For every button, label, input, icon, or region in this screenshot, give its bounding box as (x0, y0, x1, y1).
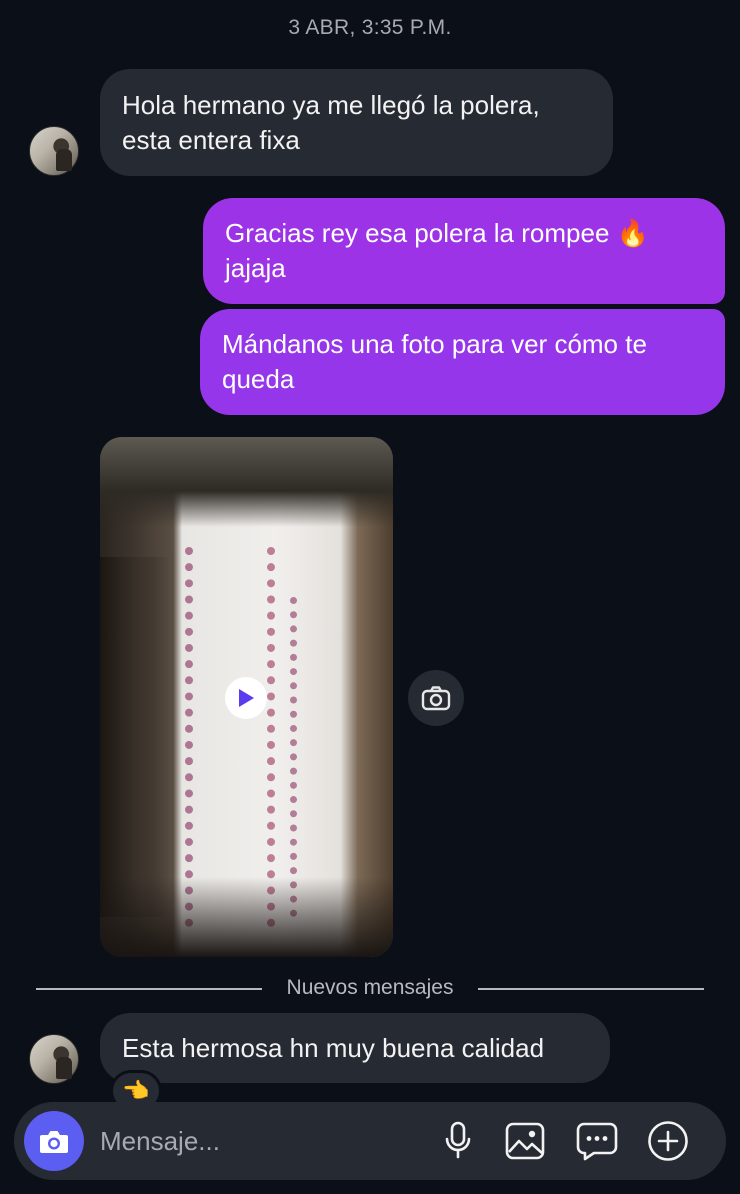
video-message-thumbnail[interactable] (100, 437, 393, 957)
divider-line (478, 988, 704, 990)
message-text: Hola hermano ya me llegó la polera, esta… (122, 89, 540, 155)
incoming-message-bubble[interactable]: Esta hermosa hn muy buena calidad (100, 1013, 610, 1083)
photo-shadow (100, 877, 393, 957)
plus-icon[interactable] (646, 1119, 690, 1163)
microphone-icon[interactable] (436, 1119, 480, 1163)
message-text: Mándanos una foto para ver cómo te queda (222, 329, 647, 394)
chat-screen: 3 ABR, 3:35 P.M. Hola hermano ya me lleg… (0, 0, 740, 1194)
outgoing-message-bubble[interactable]: Gracias rey esa polera la rompee 🔥 jajaj… (203, 198, 725, 304)
incoming-message-bubble[interactable]: Hola hermano ya me llegó la polera, esta… (100, 69, 613, 176)
photo-shirt-print (185, 547, 275, 927)
message-composer (14, 1102, 726, 1180)
outgoing-message-bubble[interactable]: Mándanos una foto para ver cómo te queda (200, 309, 725, 415)
message-text: Gracias rey esa polera la rompee 🔥 jajaj… (225, 218, 649, 283)
photo-dark-sleeve (100, 557, 170, 917)
camera-icon[interactable] (24, 1111, 84, 1171)
camera-icon[interactable] (408, 670, 464, 726)
sender-avatar[interactable] (29, 1034, 79, 1084)
sticker-icon[interactable] (575, 1119, 619, 1163)
photo-shirt-print (290, 597, 350, 917)
photo-shirt-collar (100, 437, 393, 527)
message-input[interactable] (100, 1118, 420, 1164)
gallery-icon[interactable] (503, 1119, 547, 1163)
message-text: Esta hermosa hn muy buena calidad (122, 1032, 545, 1063)
reaction-emoji: 👈 (122, 1078, 150, 1103)
new-messages-divider: Nuevos mensajes (286, 976, 454, 999)
sender-avatar[interactable] (29, 126, 79, 176)
divider-line (36, 988, 262, 990)
message-timestamp: 3 ABR, 3:35 P.M. (288, 16, 452, 39)
play-icon[interactable] (225, 677, 267, 719)
